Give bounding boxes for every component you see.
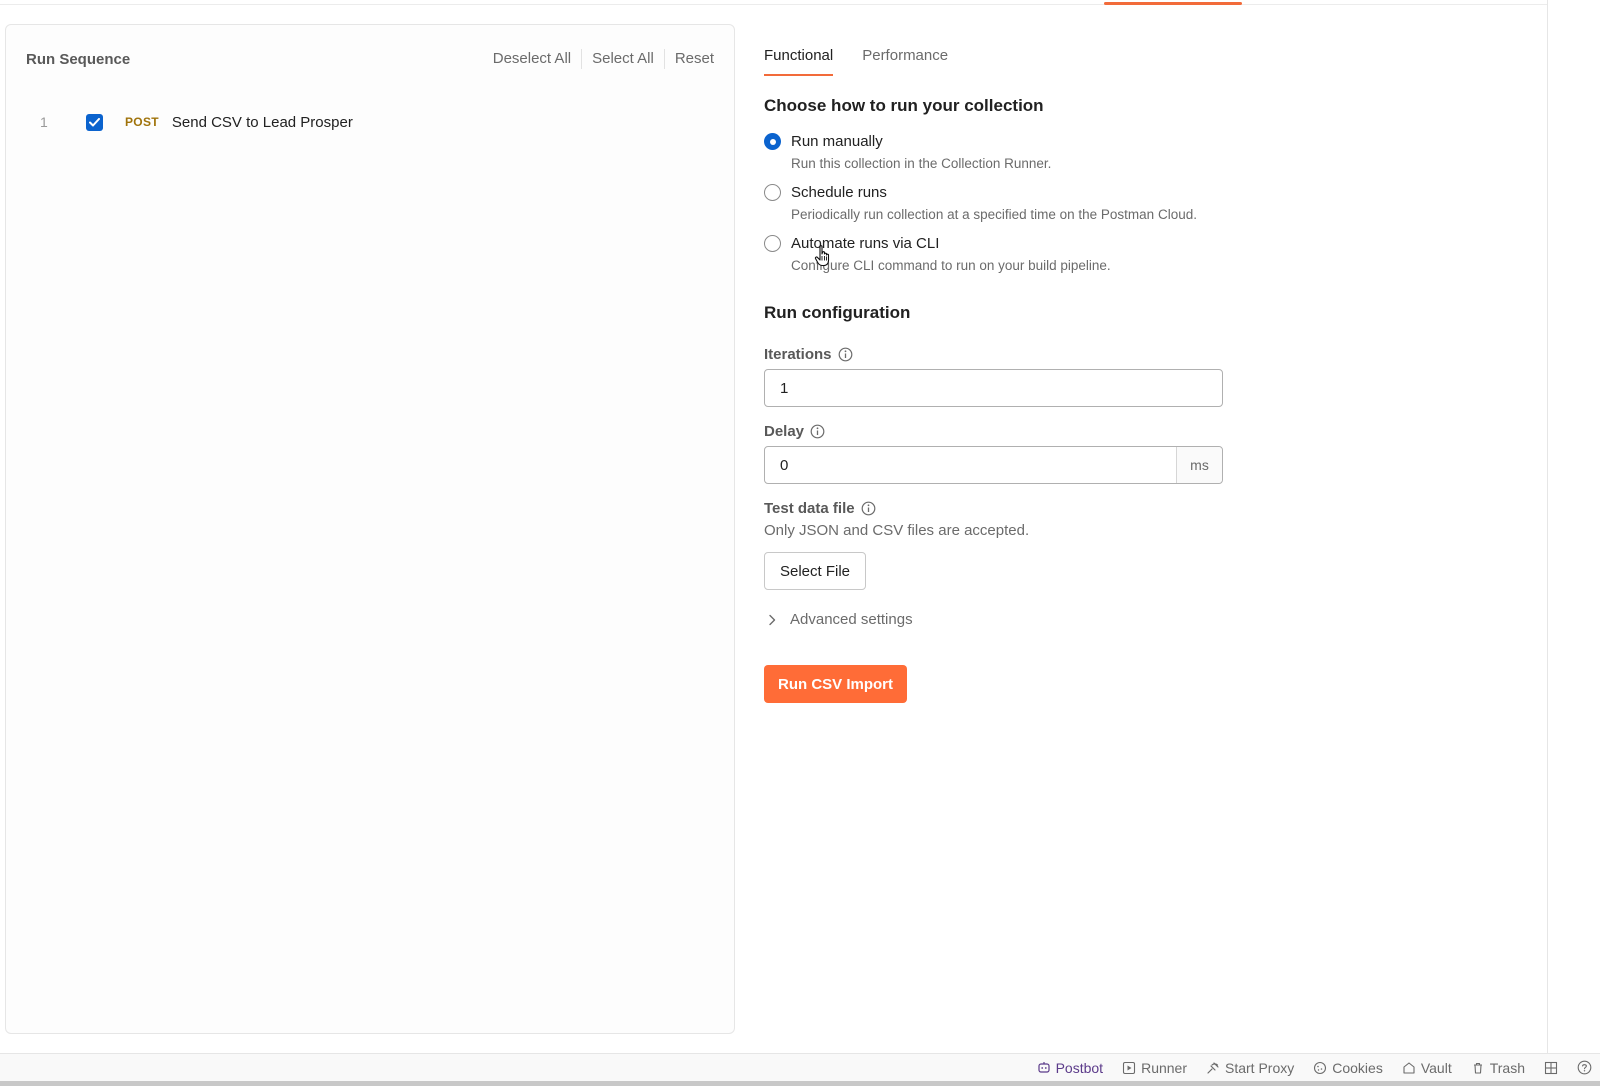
proxy-icon <box>1207 1061 1219 1074</box>
trash-button[interactable]: Trash <box>1471 1060 1525 1076</box>
delay-field[interactable]: ms <box>764 446 1223 484</box>
collection-runner: Run Sequence Deselect All Select All Res… <box>0 0 1600 1086</box>
layout-toggle-button[interactable] <box>1544 1061 1558 1075</box>
option-run-manually[interactable]: Run manually Run this collection in the … <box>764 132 1051 173</box>
request-checkbox[interactable] <box>86 113 103 131</box>
run-sequence-panel: Run Sequence Deselect All Select All Res… <box>5 24 735 1034</box>
tab-performance[interactable]: Performance <box>862 24 948 76</box>
info-icon[interactable] <box>861 501 876 516</box>
run-collection-button[interactable]: Run CSV Import <box>764 665 907 703</box>
cookies-label: Cookies <box>1332 1059 1383 1076</box>
chevron-right-icon <box>768 614 776 626</box>
schedule-runs-desc: Periodically run collection at a specifi… <box>791 207 1197 222</box>
select-all-button[interactable]: Select All <box>582 49 665 69</box>
delay-unit: ms <box>1176 447 1222 483</box>
check-icon <box>89 117 100 126</box>
sequence-index: 1 <box>40 114 48 130</box>
iterations-label: Iterations <box>764 346 853 363</box>
right-sidebar <box>1547 0 1600 1053</box>
runner-tabs: Functional Performance <box>764 24 1224 76</box>
tab-functional[interactable]: Functional <box>764 24 834 76</box>
deselect-all-button[interactable]: Deselect All <box>483 49 583 69</box>
runner-label: Runner <box>1141 1059 1187 1076</box>
status-bar: Postbot Runner Start Proxy Cookies Vault… <box>0 1053 1600 1081</box>
run-sequence-title: Run Sequence <box>26 50 131 68</box>
info-icon[interactable] <box>838 347 853 362</box>
option-schedule-runs[interactable]: Schedule runs Periodically run collectio… <box>764 183 1197 224</box>
trash-icon <box>1473 1062 1482 1074</box>
vault-button[interactable]: Vault <box>1402 1060 1452 1076</box>
delay-label: Delay <box>764 423 825 440</box>
run-sequence-header: Run Sequence Deselect All Select All Res… <box>26 47 714 71</box>
help-button[interactable] <box>1577 1060 1592 1075</box>
run-config-title: Run configuration <box>764 303 911 322</box>
iterations-label-text: Iterations <box>764 346 832 363</box>
test-data-helper: Only JSON and CSV files are accepted. <box>764 522 1030 539</box>
run-mode-title: Choose how to run your collection <box>764 96 1044 115</box>
iterations-input[interactable] <box>765 370 1222 406</box>
automate-cli-radio[interactable] <box>764 235 781 252</box>
vault-label: Vault <box>1420 1059 1452 1076</box>
vault-icon <box>1403 1061 1415 1074</box>
start-proxy-button[interactable]: Start Proxy <box>1206 1060 1294 1076</box>
sequence-row[interactable]: 1 POST Send CSV to Lead Prosper <box>26 105 714 139</box>
iterations-field[interactable] <box>764 369 1223 407</box>
bottom-edge <box>0 1081 1600 1086</box>
run-sequence-actions: Deselect All Select All Reset <box>483 49 714 69</box>
postbot-icon <box>1037 1061 1050 1073</box>
cookies-button[interactable]: Cookies <box>1313 1060 1383 1076</box>
automate-cli-label: Automate runs via CLI <box>791 235 940 252</box>
run-manually-radio[interactable] <box>764 133 781 150</box>
runner-config-panel: Functional Performance Choose how to run… <box>764 24 1224 703</box>
request-name: Send CSV to Lead Prosper <box>171 113 353 131</box>
test-data-label: Test data file <box>764 500 876 517</box>
delay-label-text: Delay <box>764 423 805 440</box>
schedule-runs-radio[interactable] <box>764 184 781 201</box>
start-proxy-label: Start Proxy <box>1225 1059 1295 1076</box>
top-divider <box>0 0 1548 5</box>
advanced-settings-toggle[interactable]: Advanced settings <box>768 611 913 628</box>
two-pane-icon <box>1544 1061 1558 1074</box>
cookie-icon <box>1314 1061 1327 1074</box>
request-method: POST <box>125 115 159 129</box>
active-tab-indicator <box>1104 2 1242 5</box>
postbot-button[interactable]: Postbot <box>1037 1060 1103 1076</box>
info-icon[interactable] <box>810 424 825 439</box>
delay-input[interactable] <box>765 447 1176 483</box>
automate-cli-desc: Configure CLI command to run on your bui… <box>791 258 1111 273</box>
test-data-label-text: Test data file <box>764 500 855 517</box>
schedule-runs-label: Schedule runs <box>791 184 887 201</box>
help-icon <box>1577 1060 1592 1075</box>
run-manually-label: Run manually <box>791 133 883 150</box>
play-icon <box>1123 1061 1136 1074</box>
runner-button[interactable]: Runner <box>1122 1060 1187 1076</box>
advanced-settings-label: Advanced settings <box>790 611 913 628</box>
postbot-label: Postbot <box>1055 1059 1104 1076</box>
hand-cursor-icon <box>814 245 830 267</box>
run-manually-desc: Run this collection in the Collection Ru… <box>791 156 1052 171</box>
trash-label: Trash <box>1489 1059 1525 1076</box>
select-file-button[interactable]: Select File <box>764 552 867 590</box>
reset-button[interactable]: Reset <box>665 49 714 69</box>
